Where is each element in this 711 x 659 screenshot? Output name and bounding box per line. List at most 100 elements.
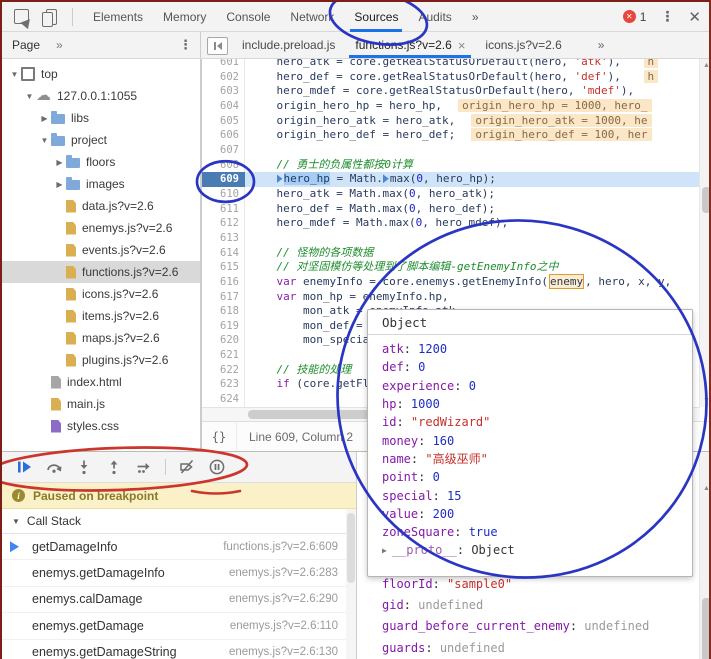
gutter-line-610[interactable]: 610 bbox=[202, 187, 245, 202]
scope-scrollbar[interactable]: ▲ bbox=[699, 452, 711, 659]
call-stack-header[interactable]: ▼ Call Stack bbox=[2, 509, 356, 534]
step-out-icon[interactable] bbox=[102, 455, 126, 479]
tree-itemindexhtml[interactable]: index.html bbox=[2, 371, 200, 393]
callstack-frame[interactable]: getDamageInfofunctions.js?v=2.6:609 bbox=[2, 534, 356, 560]
tab-page[interactable]: Page bbox=[12, 38, 40, 52]
gutter-line-623[interactable]: 623 bbox=[202, 377, 245, 392]
file-tabs: include.preload.jsfunctions.js?v=2.6×ico… bbox=[232, 32, 572, 58]
gutter-line-609[interactable]: 609 bbox=[202, 172, 245, 187]
gutter-line-619[interactable]: 619 bbox=[202, 319, 245, 334]
callstack-frame[interactable]: enemys.calDamageenemys.js?v=2.6:290 bbox=[2, 587, 356, 613]
scrollbar-thumb[interactable] bbox=[702, 187, 711, 213]
scroll-up-icon[interactable]: ▲ bbox=[700, 59, 711, 72]
close-icon[interactable]: ✕ bbox=[688, 8, 701, 26]
error-badge[interactable]: ✕ 1 bbox=[623, 10, 647, 24]
navigator-header: Page » ⋮ bbox=[2, 32, 201, 58]
pretty-print-button[interactable]: {} bbox=[202, 422, 237, 451]
tab-network[interactable]: Network bbox=[280, 2, 344, 32]
tree-itemitemsjsv26[interactable]: items.js?v=2.6 bbox=[2, 305, 200, 327]
tree-itemproject[interactable]: ▼project bbox=[2, 129, 200, 151]
gutter-line-615[interactable]: 615 bbox=[202, 260, 245, 275]
gutter-line-616[interactable]: 616 bbox=[202, 275, 245, 290]
tree-item-label: floors bbox=[86, 155, 115, 169]
gutter-line-613[interactable]: 613 bbox=[202, 231, 245, 246]
toolbar-divider bbox=[72, 8, 73, 26]
gutter-line-611[interactable]: 611 bbox=[202, 202, 245, 217]
tree-itemmapsjsv26[interactable]: maps.js?v=2.6 bbox=[2, 327, 200, 349]
tab-console[interactable]: Console bbox=[216, 2, 280, 32]
kebab-menu-icon[interactable]: ⋮ bbox=[660, 8, 674, 25]
disclosure-closed-icon[interactable]: ▶ bbox=[38, 114, 51, 123]
disclosure-open-icon[interactable]: ▼ bbox=[8, 70, 21, 79]
resume-icon[interactable] bbox=[12, 455, 36, 479]
gutter-line-612[interactable]: 612 bbox=[202, 216, 245, 231]
scroll-down-icon[interactable]: ▼ bbox=[700, 394, 711, 407]
gutter-line-604[interactable]: 604 bbox=[202, 99, 245, 114]
step-into-icon[interactable] bbox=[72, 455, 96, 479]
gutter-line-603[interactable]: 603 bbox=[202, 84, 245, 99]
editor-vertical-scrollbar[interactable]: ▲ ▼ bbox=[699, 59, 711, 407]
pause-on-exceptions-icon[interactable] bbox=[205, 455, 229, 479]
gutter-line-620[interactable]: 620 bbox=[202, 333, 245, 348]
tree-itemfunctionsjsv26[interactable]: functions.js?v=2.6 bbox=[2, 261, 200, 283]
tree-itemiconsjsv26[interactable]: icons.js?v=2.6 bbox=[2, 283, 200, 305]
tab-audits[interactable]: Audits bbox=[408, 2, 461, 32]
tab-more[interactable]: » bbox=[462, 2, 489, 32]
code-text: // 怪物的各项数据 bbox=[245, 246, 373, 261]
file-tab-functionsjsv26[interactable]: functions.js?v=2.6× bbox=[345, 32, 475, 58]
gutter-line-601[interactable]: 601 bbox=[202, 59, 245, 70]
callstack-frame[interactable]: enemys.getDamageStringenemys.js?v=2.6:13… bbox=[2, 640, 356, 659]
tree-itemimages[interactable]: ▶images bbox=[2, 173, 200, 195]
scrollbar-thumb[interactable] bbox=[347, 513, 355, 583]
disclosure-open-icon[interactable]: ▼ bbox=[38, 136, 51, 145]
tree-itemenemysjsv26[interactable]: enemys.js?v=2.6 bbox=[2, 217, 200, 239]
code-text: hero_def = Math.max(0, hero_def); bbox=[245, 202, 495, 217]
gutter-line-621[interactable]: 621 bbox=[202, 348, 245, 363]
tree-itemfloors[interactable]: ▶ floors bbox=[2, 151, 200, 173]
deactivate-breakpoints-icon[interactable] bbox=[175, 455, 199, 479]
gutter-line-602[interactable]: 602 bbox=[202, 70, 245, 85]
step-icon[interactable] bbox=[132, 455, 156, 479]
callstack-frame[interactable]: enemys.getDamageenemys.js?v=2.6:110 bbox=[2, 613, 356, 639]
gutter-line-605[interactable]: 605 bbox=[202, 114, 245, 129]
gutter-line-622[interactable]: 622 bbox=[202, 363, 245, 378]
gutter-line-614[interactable]: 614 bbox=[202, 246, 245, 261]
inspect-element-icon[interactable] bbox=[10, 6, 32, 28]
step-over-icon[interactable] bbox=[42, 455, 66, 479]
code-line-603: 603 hero_mdef = core.getRealStatusOrDefa… bbox=[202, 84, 700, 99]
gutter-line-606[interactable]: 606 bbox=[202, 128, 245, 143]
tree-itempluginsjsv26[interactable]: plugins.js?v=2.6 bbox=[2, 349, 200, 371]
file-tabs-more-icon[interactable]: » bbox=[598, 32, 605, 58]
disclosure-open-icon[interactable]: ▼ bbox=[23, 92, 36, 101]
tree-item1270011055[interactable]: ▼☁127.0.0.1:1055 bbox=[2, 85, 200, 107]
tree-itemtop[interactable]: ▼top bbox=[2, 63, 200, 85]
gutter-line-624[interactable]: 624 bbox=[202, 392, 245, 407]
tree-itemlibs[interactable]: ▶libs bbox=[2, 107, 200, 129]
tree-itemstylescss[interactable]: styles.css bbox=[2, 415, 200, 437]
hide-navigator-icon[interactable] bbox=[207, 37, 228, 55]
tab-elements[interactable]: Elements bbox=[83, 2, 153, 32]
scroll-up-icon[interactable]: ▲ bbox=[700, 482, 711, 495]
file-tab-iconsjsv26[interactable]: icons.js?v=2.6 bbox=[475, 32, 571, 58]
device-toolbar-icon[interactable] bbox=[40, 6, 62, 28]
scrollbar-thumb[interactable] bbox=[702, 598, 711, 659]
gutter-line-607[interactable]: 607 bbox=[202, 143, 245, 158]
tree-itemmainjs[interactable]: main.js bbox=[2, 393, 200, 415]
gutter-line-617[interactable]: 617 bbox=[202, 290, 245, 305]
expand-icon[interactable]: ▶ bbox=[382, 546, 387, 555]
close-tab-icon[interactable]: × bbox=[458, 38, 466, 53]
callstack-frame[interactable]: enemys.getDamageInfoenemys.js?v=2.6:283 bbox=[2, 560, 356, 586]
disclosure-closed-icon[interactable]: ▶ bbox=[53, 158, 66, 167]
gutter-line-618[interactable]: 618 bbox=[202, 304, 245, 319]
gutter-line-608[interactable]: 608 bbox=[202, 158, 245, 173]
object-property-expandable[interactable]: ▶__proto__: Object bbox=[382, 541, 692, 559]
file-tab-includepreloadjs[interactable]: include.preload.js bbox=[232, 32, 345, 58]
tab-sources[interactable]: Sources bbox=[344, 2, 408, 32]
disclosure-closed-icon[interactable]: ▶ bbox=[53, 180, 66, 189]
tree-itemeventsjsv26[interactable]: events.js?v=2.6 bbox=[2, 239, 200, 261]
navigator-more-icon[interactable]: » bbox=[56, 38, 63, 52]
callstack-scrollbar[interactable] bbox=[346, 509, 356, 659]
tree-itemdatajsv26[interactable]: data.js?v=2.6 bbox=[2, 195, 200, 217]
tab-memory[interactable]: Memory bbox=[153, 2, 216, 32]
navigator-kebab-icon[interactable]: ⋮ bbox=[179, 37, 192, 53]
